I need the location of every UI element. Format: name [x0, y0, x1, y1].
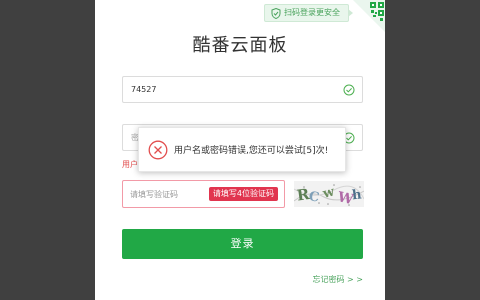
- username-input[interactable]: 74527: [122, 76, 363, 103]
- captcha-graphic: R C w W h: [294, 181, 364, 207]
- check-circle-icon: [343, 84, 355, 96]
- page-title: 酷番云面板: [192, 35, 288, 56]
- login-button[interactable]: 登录: [122, 229, 363, 259]
- error-toast: 用户名或密码错误,您还可以尝试[5]次!: [138, 127, 346, 172]
- qr-tip-text: 扫码登录更安全: [284, 8, 340, 17]
- error-label: 用户: [122, 160, 138, 169]
- captcha-placeholder: 请填写验证码: [130, 189, 178, 199]
- qr-code-icon: [353, 0, 385, 32]
- error-x-icon: [148, 140, 168, 159]
- captcha-input[interactable]: 请填写验证码 请填写4位验证码: [122, 180, 285, 208]
- qr-login-tip: 扫码登录更安全: [264, 4, 353, 22]
- toast-message: 用户名或密码错误,您还可以尝试[5]次!: [174, 146, 329, 156]
- username-value: 74527: [131, 85, 157, 94]
- forgot-password-link[interactable]: 忘记密码 > >: [313, 274, 364, 285]
- shield-check-icon: [271, 7, 281, 19]
- captcha-image[interactable]: R C w W h: [294, 181, 364, 207]
- captcha-hint-badge: 请填写4位验证码: [208, 187, 278, 201]
- qr-code-toggle[interactable]: [353, 0, 385, 32]
